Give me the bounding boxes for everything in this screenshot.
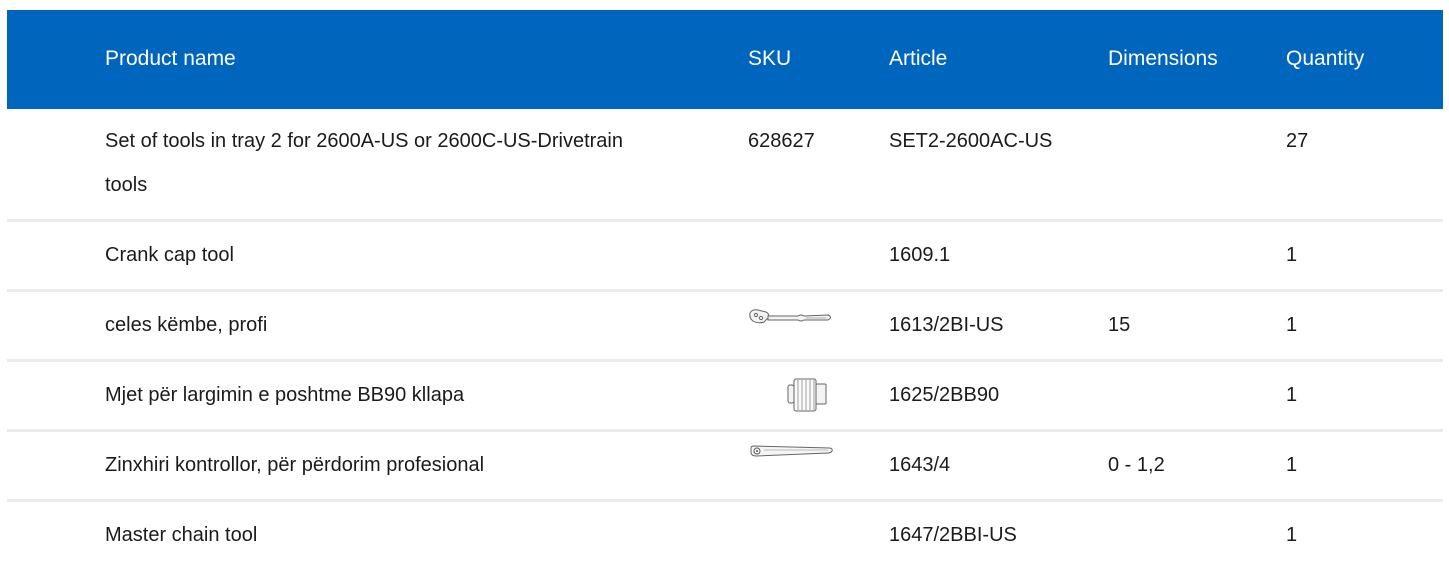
product-name: Mjet për largimin e poshtme BB90 kllapa (105, 384, 465, 406)
table-row[interactable]: Mjet për largimin e poshtme BB90 kllapa … (7, 362, 1443, 432)
header-sku[interactable]: SKU (748, 46, 878, 72)
header-article[interactable]: Article (889, 46, 1089, 72)
quantity-value: 1 (1286, 384, 1298, 406)
table-header: Product name SKU Article Dimensions Quan… (7, 10, 1443, 109)
pedal-wrench-icon (749, 309, 831, 324)
dimensions-value: 15 (1108, 314, 1131, 336)
chain-checker-icon (750, 445, 833, 457)
article-number: 1609.1 (889, 244, 951, 266)
product-name: celes këmbe, profi (105, 314, 268, 336)
product-name: Crank cap tool (105, 244, 234, 266)
article-number: 1647/2BBI-US (889, 524, 1017, 546)
table-row[interactable]: celes këmbe, profi 1613/2BI-US 15 1 (7, 292, 1443, 362)
header-quantity[interactable]: Quantity (1286, 46, 1426, 72)
article-number: 1643/4 (889, 454, 951, 476)
table-row[interactable]: Zinxhiri kontrollor, për përdorim profes… (7, 432, 1443, 502)
product-name: Set of tools in tray 2 for 2600A-US or 2… (105, 130, 623, 196)
table-row[interactable]: Set of tools in tray 2 for 2600A-US or 2… (7, 109, 1443, 222)
quantity-value: 1 (1286, 314, 1298, 336)
header-product-name[interactable]: Product name (105, 46, 665, 72)
quantity-value: 1 (1286, 454, 1298, 476)
dimensions-value: 0 - 1,2 (1108, 454, 1165, 476)
table-row[interactable]: Master chain tool 1647/2BBI-US 1 (7, 502, 1443, 569)
sku-value: 628627 (748, 130, 815, 152)
header-dimensions[interactable]: Dimensions (1108, 46, 1268, 72)
article-number: 1625/2BB90 (889, 384, 1000, 406)
article-number: SET2-2600AC-US (889, 130, 1053, 152)
article-number: 1613/2BI-US (889, 314, 1004, 336)
product-table: Product name SKU Article Dimensions Quan… (7, 10, 1443, 569)
quantity-value: 1 (1286, 244, 1298, 266)
quantity-value: 27 (1286, 130, 1309, 152)
product-name: Zinxhiri kontrollor, për përdorim profes… (105, 454, 485, 476)
table-row[interactable]: Crank cap tool 1609.1 1 (7, 222, 1443, 292)
product-name: Master chain tool (105, 524, 258, 546)
quantity-value: 1 (1286, 524, 1298, 546)
bb90-remover-icon (787, 378, 827, 412)
